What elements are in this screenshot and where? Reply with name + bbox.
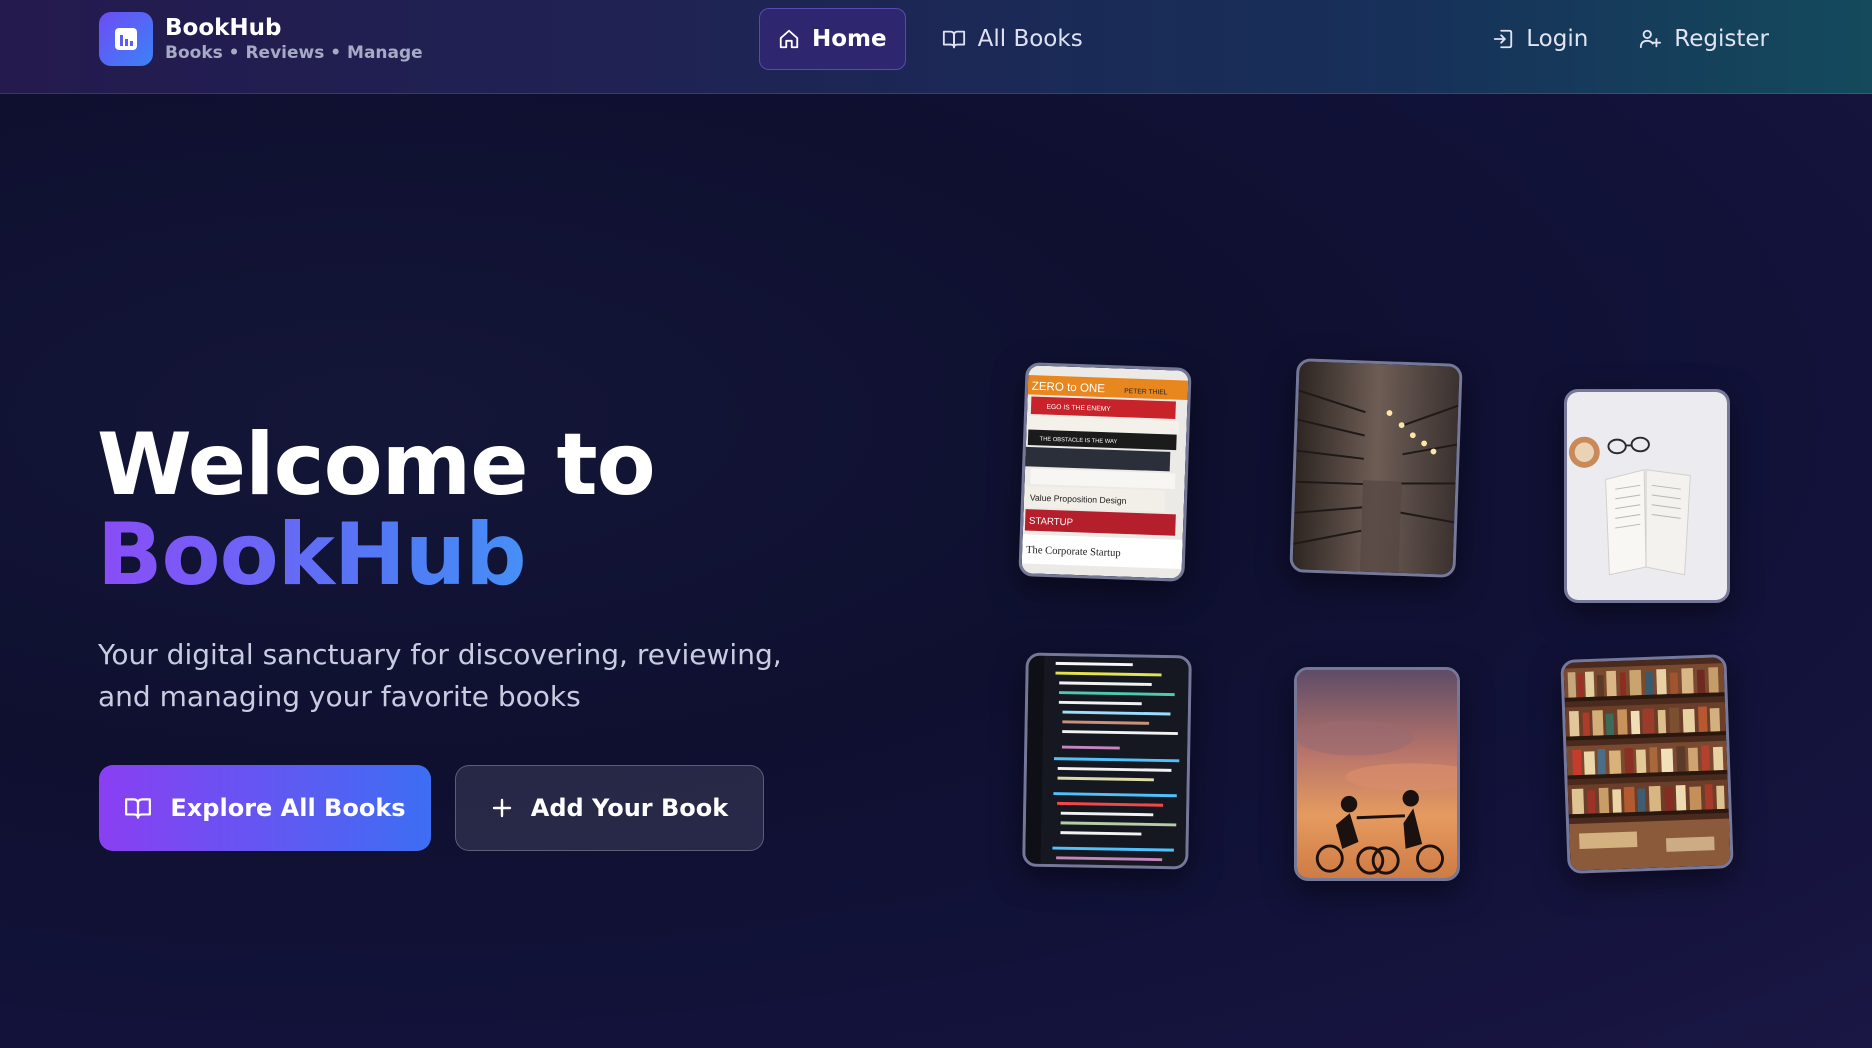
hero-title-line2: BookHub [97, 510, 655, 600]
login-label: Login [1526, 26, 1589, 52]
user-plus-icon [1638, 28, 1662, 50]
cyclists-sunset-image [1294, 667, 1460, 881]
nav-home[interactable]: Home [759, 8, 906, 70]
add-label: Add Your Book [530, 794, 729, 822]
explore-label: Explore All Books [170, 794, 406, 822]
book-stack-image: ZERO to ONE PETER THIEL EGO IS THE ENEMY… [1018, 362, 1192, 582]
code-editor-image [1022, 652, 1192, 870]
nav-all-books[interactable]: All Books [924, 8, 1101, 70]
register-label: Register [1674, 26, 1769, 52]
main-nav: Home All Books [759, 8, 1101, 70]
login-link[interactable]: Login [1484, 8, 1596, 70]
open-book-icon [942, 28, 966, 50]
brand[interactable]: BookHub Books • Reviews • Manage [99, 12, 423, 66]
login-icon [1492, 28, 1514, 50]
bookshelf-image [1560, 654, 1734, 874]
brand-subtitle: Books • Reviews • Manage [165, 43, 423, 63]
book-spine-text: ZERO to ONE [1032, 380, 1106, 396]
nav-all-books-label: All Books [977, 26, 1083, 52]
library-shelves-image [1289, 358, 1463, 578]
open-book-glasses-image [1564, 389, 1730, 603]
book-spine-author: PETER THIEL [1124, 388, 1168, 397]
auth-nav: Login Register [1484, 8, 1777, 70]
top-navbar: BookHub Books • Reviews • Manage Home Al… [0, 0, 1872, 94]
plus-icon [491, 797, 513, 819]
bar-chart-icon [99, 12, 153, 66]
book-spine-text: STARTUP [1029, 516, 1073, 529]
hero-title: Welcome to BookHub [97, 415, 656, 600]
nav-home-label: Home [812, 26, 887, 52]
hero-subtitle: Your digital sanctuary for discovering, … [98, 638, 782, 713]
register-link[interactable]: Register [1630, 8, 1777, 70]
brand-title: BookHub [165, 15, 282, 41]
open-book-icon [124, 796, 152, 820]
home-icon [778, 28, 800, 50]
hero-title-line1: Welcome to [97, 415, 656, 515]
add-your-book-button[interactable]: Add Your Book [455, 765, 764, 851]
explore-all-books-button[interactable]: Explore All Books [99, 765, 431, 851]
